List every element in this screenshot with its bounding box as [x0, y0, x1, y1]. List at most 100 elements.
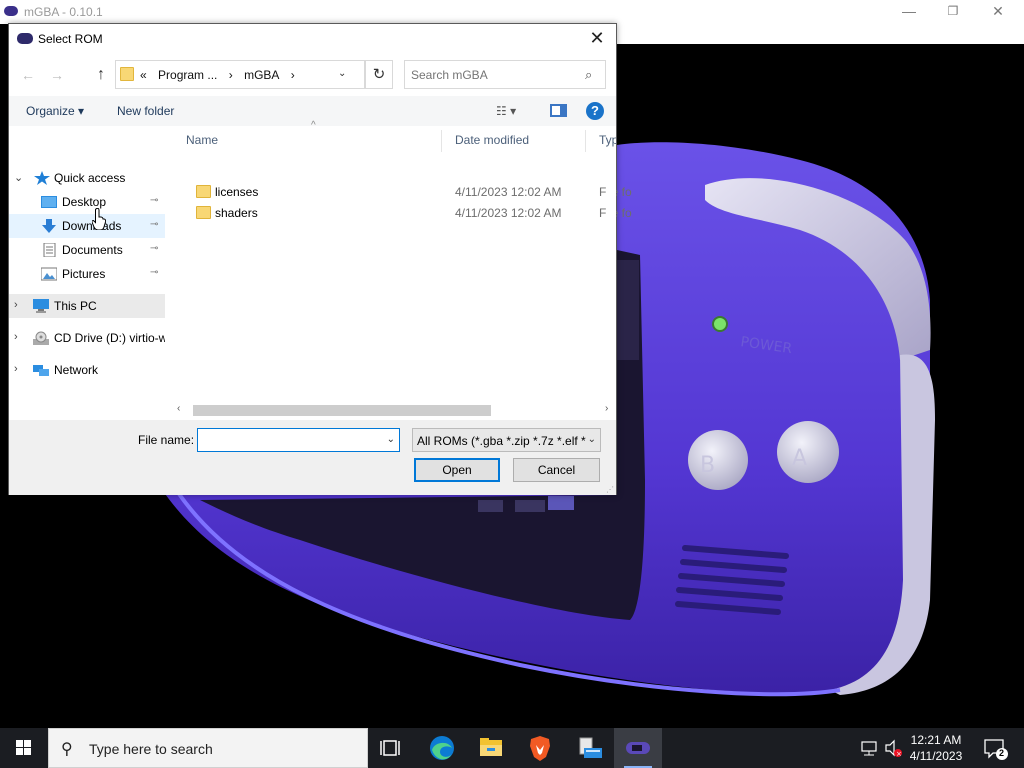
- search-icon: ⌕: [585, 67, 593, 82]
- address-bar[interactable]: « Program ... › mGBA › ⌄: [115, 60, 365, 89]
- nav-item-label: Network: [54, 363, 99, 377]
- chevron-down-icon[interactable]: ⌄: [387, 434, 395, 445]
- edge-browser-icon: [430, 736, 454, 760]
- folder-icon: [196, 206, 211, 219]
- folder-icon: [120, 67, 134, 81]
- hand-cursor-icon: [92, 208, 106, 230]
- file-name-input[interactable]: [202, 432, 382, 448]
- collapse-icon[interactable]: ⌄: [14, 171, 23, 184]
- taskbar-search-box[interactable]: ⚲ Type here to search: [48, 728, 368, 768]
- navigation-pane: ⌄ Quick access Desktop ⊸ Downloads ⊸ Doc…: [9, 126, 165, 418]
- forward-button[interactable]: →: [46, 65, 68, 85]
- task-view-button[interactable]: [368, 728, 416, 768]
- refresh-button[interactable]: ↻: [365, 60, 393, 89]
- dialog-close-button[interactable]: ✕: [584, 27, 610, 51]
- organize-button[interactable]: Organize ▾: [26, 104, 84, 118]
- taskbar: ⚲ Type here to search × 12:21 AM 4/11/20…: [0, 728, 1024, 768]
- start-button[interactable]: [0, 728, 48, 768]
- help-icon[interactable]: ?: [586, 102, 604, 120]
- column-header-name[interactable]: Name: [173, 126, 441, 154]
- maximize-button[interactable]: ❐: [930, 0, 976, 24]
- file-name: licenses: [215, 185, 259, 199]
- navigation-bar: ← → ↑ « Program ... › mGBA › ⌄ ↻ ⌕: [9, 54, 616, 96]
- nav-item-cd-drive[interactable]: › CD Drive (D:) virtio-w: [9, 326, 165, 350]
- column-header-date-modified[interactable]: Date modified: [442, 126, 585, 154]
- breadcrumb-overflow[interactable]: «: [140, 68, 147, 82]
- back-button[interactable]: ←: [17, 65, 39, 85]
- mgba-dialog-icon: [17, 33, 33, 44]
- file-list: ^ Name Date modified Type licenses 4/11/…: [173, 120, 632, 418]
- search-input[interactable]: [411, 66, 576, 84]
- nav-item-label: CD Drive (D:) virtio-w: [54, 331, 165, 345]
- nav-item-desktop[interactable]: Desktop ⊸: [9, 190, 165, 214]
- file-name-field[interactable]: ⌄: [197, 428, 400, 452]
- nav-item-network[interactable]: › Network: [9, 358, 165, 382]
- mgba-titlebar: mGBA - 0.10.1 — ❐ ✕: [0, 0, 1024, 24]
- mgba-window-title: mGBA - 0.10.1: [24, 5, 103, 19]
- up-button[interactable]: ↑: [90, 65, 112, 85]
- file-date: 4/11/2023 12:02 AM: [455, 185, 562, 199]
- brave-browser-icon: [530, 736, 550, 761]
- minimize-button[interactable]: —: [886, 0, 932, 24]
- breadcrumb-item-mgba[interactable]: mGBA: [244, 68, 279, 82]
- nav-item-quick-access[interactable]: ⌄ Quick access: [9, 166, 165, 190]
- preview-pane-icon[interactable]: [550, 104, 567, 117]
- nav-item-this-pc[interactable]: › This PC: [9, 294, 165, 318]
- svg-text:B: B: [700, 453, 715, 478]
- pin-icon: ⊸: [150, 243, 159, 254]
- select-rom-dialog: Select ROM ✕ ← → ↑ « Program ... › mGBA …: [8, 23, 632, 495]
- notification-center-button[interactable]: 2: [980, 728, 1010, 768]
- cd-drive-icon: [33, 331, 49, 345]
- taskbar-mgba[interactable]: [614, 728, 662, 768]
- document-icon: [43, 243, 56, 257]
- nav-item-label: Documents: [62, 243, 123, 257]
- windows-logo-icon: [16, 740, 31, 755]
- nav-item-label: Quick access: [54, 171, 126, 185]
- svg-text:×: ×: [896, 750, 902, 758]
- chevron-down-icon[interactable]: ⌄: [338, 68, 346, 79]
- breadcrumb-separator[interactable]: ›: [291, 68, 295, 82]
- clock-time: 12:21 AM: [910, 733, 962, 747]
- notification-count: 2: [999, 748, 1005, 758]
- expand-icon[interactable]: ›: [14, 363, 18, 375]
- file-row[interactable]: shaders 4/11/2023 12:02 AM File fo: [179, 203, 632, 224]
- open-button[interactable]: Open: [414, 458, 500, 482]
- scrollbar-thumb[interactable]: [193, 405, 491, 416]
- close-button[interactable]: ✕: [975, 0, 1021, 24]
- volume-tray-icon[interactable]: ×: [884, 728, 904, 768]
- scroll-left-icon[interactable]: ‹: [177, 403, 180, 414]
- system-clock[interactable]: 12:21 AM 4/11/2023: [904, 732, 968, 764]
- notification-icon: [984, 739, 1008, 760]
- nav-item-label: Desktop: [62, 195, 107, 209]
- taskbar-app-installer[interactable]: [566, 728, 614, 768]
- type-column-clip: [607, 154, 616, 416]
- expand-icon[interactable]: ›: [14, 299, 18, 311]
- nav-item-pictures[interactable]: Pictures ⊸: [9, 262, 165, 286]
- network-tray-icon[interactable]: [858, 728, 882, 768]
- mgba-menubar-strip: [617, 24, 1024, 44]
- file-date: 4/11/2023 12:02 AM: [455, 206, 562, 220]
- nav-item-documents[interactable]: Documents ⊸: [9, 238, 165, 262]
- nav-item-downloads[interactable]: Downloads ⊸: [9, 214, 165, 238]
- column-header-type[interactable]: Type: [586, 126, 616, 154]
- breadcrumb-separator[interactable]: ›: [229, 68, 233, 82]
- expand-icon[interactable]: ›: [14, 331, 18, 343]
- taskbar-file-explorer[interactable]: [467, 728, 515, 768]
- horizontal-scrollbar[interactable]: ‹ ›: [173, 402, 616, 419]
- breadcrumb-item-program-files[interactable]: Program ...: [158, 68, 217, 82]
- pin-icon: ⊸: [150, 267, 159, 278]
- cancel-button[interactable]: Cancel: [513, 458, 600, 482]
- file-row[interactable]: licenses 4/11/2023 12:02 AM File fo: [179, 182, 632, 203]
- taskbar-edge[interactable]: [418, 728, 466, 768]
- taskbar-brave[interactable]: [516, 728, 564, 768]
- scroll-right-icon[interactable]: ›: [605, 403, 608, 414]
- new-folder-button[interactable]: New folder: [117, 104, 174, 118]
- resize-grip-icon[interactable]: ⋰: [606, 485, 614, 494]
- chevron-down-icon[interactable]: ⌄: [587, 434, 596, 445]
- nav-item-label: This PC: [54, 299, 97, 313]
- download-arrow-icon: [42, 219, 56, 233]
- search-box[interactable]: ⌕: [404, 60, 606, 89]
- breadcrumb: « Program ... › mGBA ›: [140, 68, 303, 82]
- view-options-icon[interactable]: ☷ ▾: [496, 104, 526, 118]
- file-type-filter[interactable]: All ROMs (*.gba *.zip *.7z *.elf * ⌄: [412, 428, 601, 452]
